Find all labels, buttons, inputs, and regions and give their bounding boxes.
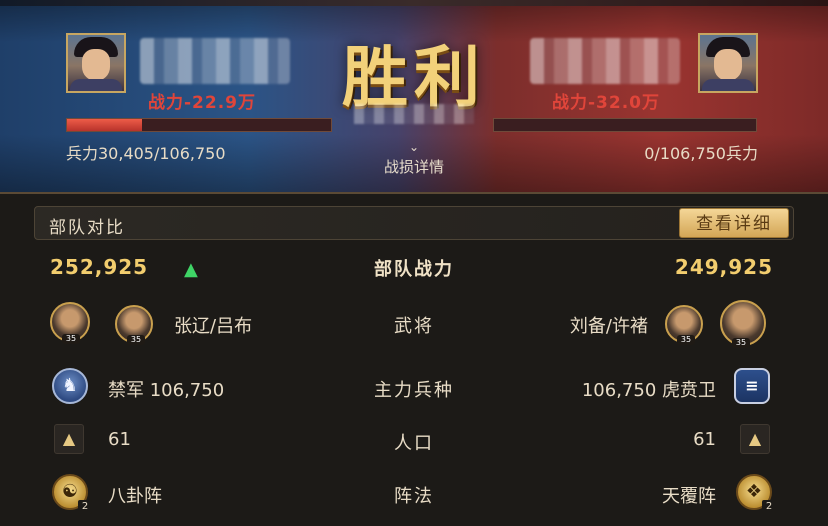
right-troops: 0/106,750兵力 [644,144,758,163]
right-general-2-icon[interactable]: 35 [720,300,766,348]
right-player-avatar[interactable] [698,33,758,93]
formation-row: ☯ 2 八卦阵 阵法 天覆阵 ❖ 2 [0,474,828,514]
troop-comparison-header: 部队对比 查看详细 [34,206,794,240]
right-troop-bar [493,118,757,132]
right-player-name-blurred [530,38,680,84]
battle-loss-detail-label: 战损详情 [383,158,444,176]
right-generals-names: 刘备/许褚 [569,316,648,337]
result-banner: 战力-22.9万 兵力30,405/106,750 胜利 ⌄ 战损详情 战力-3… [0,0,828,194]
right-unit-type: 106,750 虎贲卫 [581,380,716,401]
banner-edge [0,0,828,6]
population-row: ▲ 61 人口 61 ▲ [0,424,828,464]
right-general-1-icon[interactable]: 35 [665,305,703,345]
section-title: 部队对比 [49,218,125,238]
generals-row: 35 35 张辽/吕布 武将 刘备/许褚 35 35 [0,300,828,348]
helmet-icon: ▲ [740,424,770,454]
view-details-button[interactable]: 查看详细 [679,208,789,238]
gate-icon[interactable]: ≡ [734,368,770,404]
left-troop-bar-fill [67,119,143,131]
formation-icon[interactable]: ❖ 2 [736,474,776,514]
center-blurred-text [354,104,474,124]
left-troop-bar [66,118,332,132]
right-population: 61 [693,429,716,450]
right-troop-power: 249,925 [674,255,773,279]
right-formation: 天覆阵 [662,486,716,507]
right-power-loss: 战力-32.0万 [552,93,660,113]
unit-type-row: ♞ 禁军 106,750 主力兵种 106,750 虎贲卫 ≡ [0,368,828,408]
battle-report: 战力-22.9万 兵力30,405/106,750 胜利 ⌄ 战损详情 战力-3… [0,0,828,526]
generals-label: 武将 [394,316,434,337]
power-row: 252,925 ▲ 部队战力 249,925 [0,255,828,285]
